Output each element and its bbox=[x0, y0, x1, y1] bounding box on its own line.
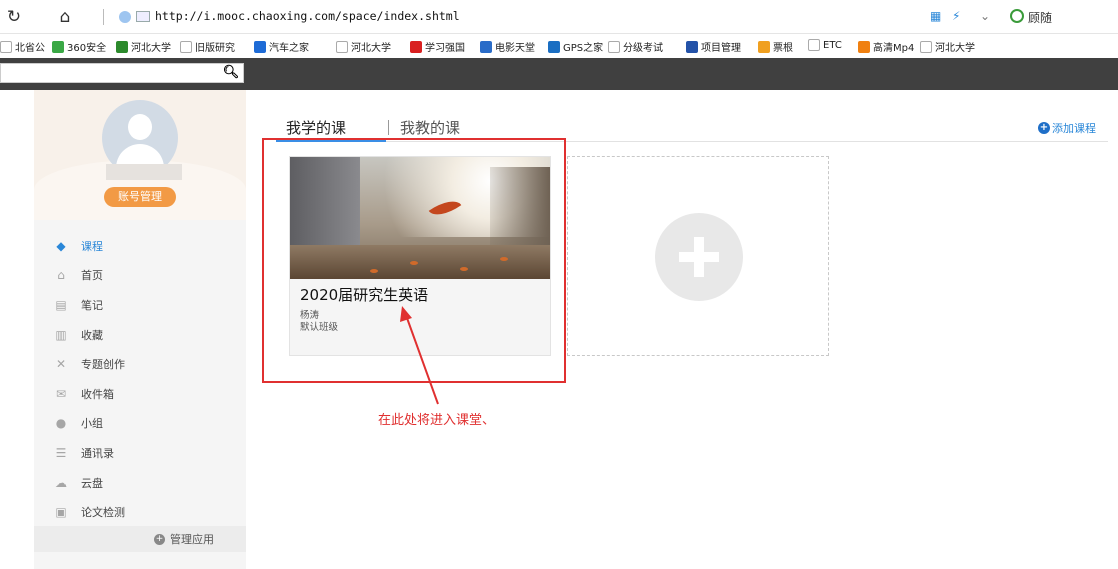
annotation-arrow bbox=[400, 306, 439, 405]
screen: ↻ ⌂ http://i.mooc.chaoxing.com/space/ind… bbox=[0, 0, 1118, 569]
annotation-text: 在此处将进入课堂、 bbox=[378, 413, 496, 428]
